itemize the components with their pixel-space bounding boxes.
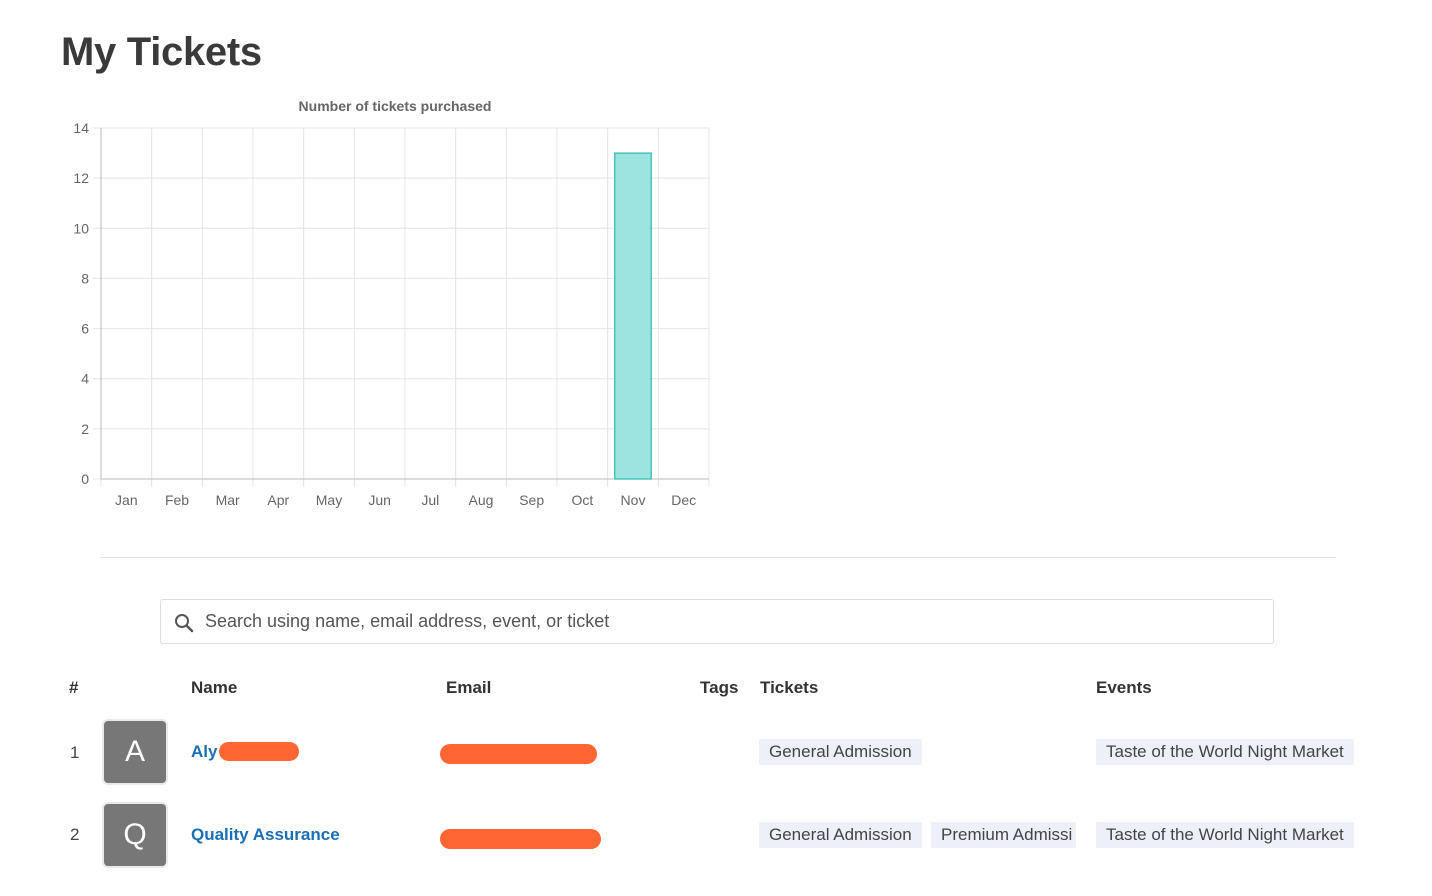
x-tick-label: Jun [368,492,391,508]
header-events[interactable]: Events [1096,678,1152,698]
x-tick-label: Apr [267,492,289,508]
chart-title: Number of tickets purchased [299,98,492,114]
y-tick-label: 10 [73,220,89,236]
row-index: 2 [70,825,80,844]
ticket-tag: Premium Admissi [931,822,1076,848]
tickets-bar-chart: Number of tickets purchased 0 2 4 6 8 10 12 14 Ja… [73,98,710,508]
redaction-mark [440,829,601,849]
header-index: # [69,678,79,697]
header-tags[interactable]: Tags [700,678,738,698]
x-tick-label: Jan [115,492,138,508]
section-divider [100,557,1336,558]
x-tick-label: May [316,492,342,508]
redaction-mark [219,742,299,761]
header-tickets[interactable]: Tickets [760,678,818,698]
x-tick-label: Nov [621,492,646,508]
header-name[interactable]: Name [191,678,237,698]
search-box[interactable] [160,599,1274,644]
y-tick-label: 6 [81,321,89,337]
user-name-link[interactable]: Aly [191,742,217,762]
x-tick-label: Sep [519,492,544,508]
row-index: 1 [70,743,80,762]
user-name-link[interactable]: Quality Assurance [191,825,340,845]
x-tick-label: Aug [469,492,494,508]
x-tick-label: Oct [571,492,593,508]
page: My Tickets Number of tickets purchased 0 2… [0,0,1432,896]
x-tick-label: Feb [165,492,189,508]
ticket-tag: General Admission [759,822,922,848]
redaction-mark [440,744,597,764]
y-tick-label: 8 [81,270,89,286]
y-tick-label: 4 [81,371,89,387]
search-icon [175,614,194,633]
page-title: My Tickets [61,30,262,74]
ticket-tag: General Admission [759,739,922,765]
avatar: Q [104,804,166,866]
x-tick-label: Jul [421,492,439,508]
search-input[interactable] [205,600,1265,643]
avatar: A [104,721,166,783]
event-tag: Taste of the World Night Market [1096,822,1354,848]
x-tick-label: Mar [216,492,240,508]
event-tag: Taste of the World Night Market [1096,739,1354,765]
bar-nov [614,152,652,480]
x-tick-label: Dec [671,492,696,508]
y-tick-label: 12 [73,170,89,186]
y-tick-label: 14 [73,120,89,136]
y-tick-label: 2 [81,421,89,437]
header-email[interactable]: Email [446,678,491,698]
y-tick-label: 0 [81,471,89,487]
